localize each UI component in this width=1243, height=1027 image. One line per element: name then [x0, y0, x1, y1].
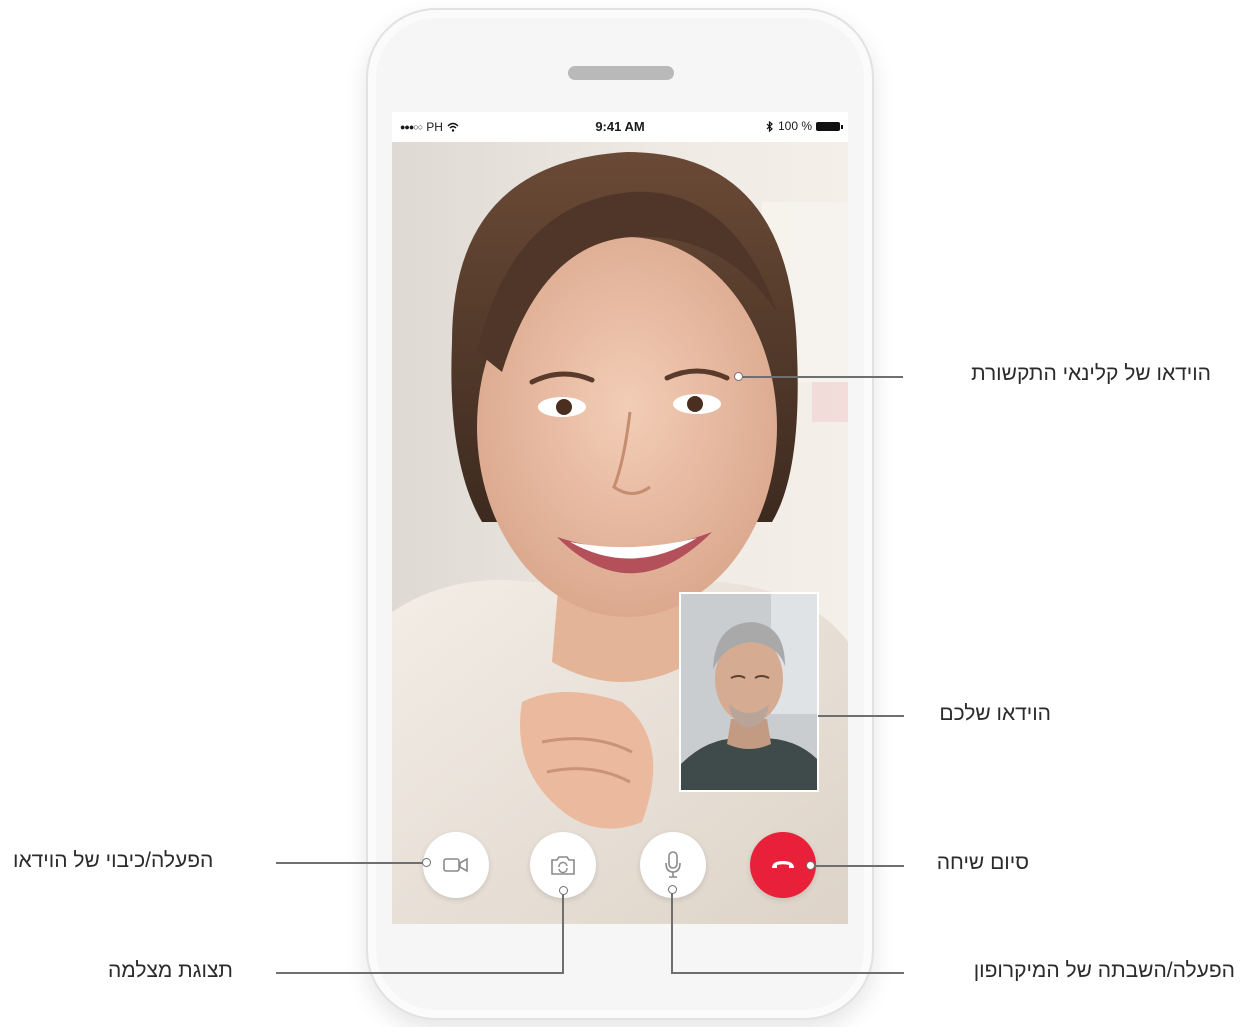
callout-line-end-call [814, 865, 904, 867]
camera-switch-icon [551, 856, 575, 875]
video-camera-icon [443, 857, 468, 873]
self-video-image [681, 594, 817, 790]
callout-end-call: סיום שיחה [936, 851, 1029, 874]
callout-microphone-toggle: הפעלה/השבתה של המיקרופון [973, 959, 1235, 982]
callout-line-camera-vertical [562, 894, 564, 973]
microphone-icon [665, 851, 681, 878]
callout-dot-video-toggle [422, 858, 431, 867]
callout-video-toggle: הפעלה/כיבוי של הוידאו [13, 849, 214, 872]
video-call-screen: ●●●○○ PH 9:41 AM 100 % [392, 112, 848, 924]
phone-speaker [568, 66, 674, 80]
clinician-video [392, 142, 848, 924]
battery-percent: 100 % [777, 119, 812, 133]
callout-your-video: הוידאו שלכם [939, 702, 1051, 725]
callout-line-your-video [818, 715, 904, 717]
callout-line-clinician [742, 376, 903, 378]
status-bar: ●●●○○ PH 9:41 AM 100 % [392, 112, 848, 142]
video-toggle-button[interactable] [423, 832, 489, 898]
callout-line-camera-horizontal [276, 972, 564, 974]
callout-clinician-video: הוידאו של קלינאי התקשורת [971, 362, 1211, 385]
callout-line-microphone-horizontal [671, 972, 904, 974]
hang-up-icon [772, 861, 794, 868]
callout-line-microphone-vertical [671, 893, 673, 973]
battery-icon [816, 121, 843, 131]
callout-line-video-toggle [276, 862, 426, 864]
bluetooth-icon [766, 120, 773, 132]
status-right: 100 % [766, 119, 843, 133]
self-video[interactable] [679, 592, 819, 792]
callout-camera-view: תצוגת מצלמה [108, 959, 233, 982]
